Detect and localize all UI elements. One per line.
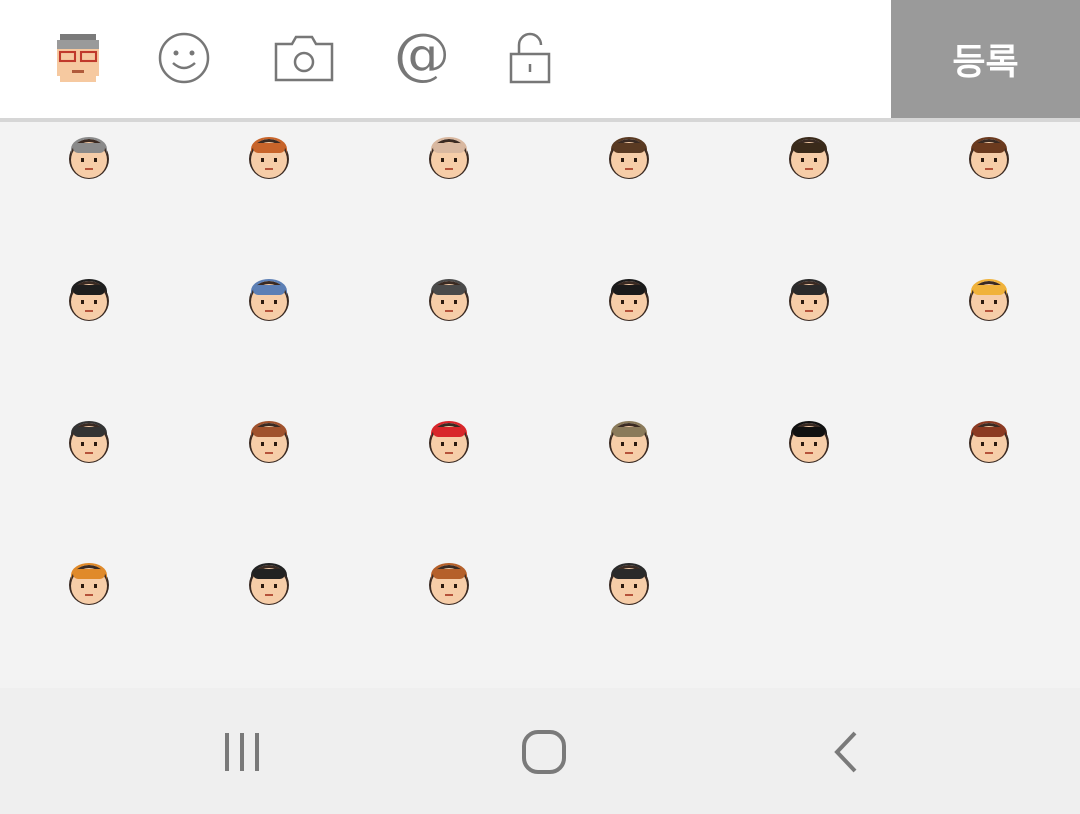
spiky-brown-hair-face[interactable]	[606, 135, 652, 181]
crying-long-black-hair-face[interactable]	[606, 561, 652, 607]
lock-icon[interactable]	[498, 26, 562, 90]
back-icon[interactable]	[806, 724, 886, 780]
blonde-girl-face[interactable]	[966, 277, 1012, 323]
glasses-black-hair-face[interactable]	[66, 419, 112, 465]
recent-apps-icon[interactable]	[202, 724, 282, 780]
red-bow-black-hair-face[interactable]	[786, 419, 832, 465]
bald-elder-face[interactable]	[426, 135, 472, 181]
mention-icon[interactable]: @	[390, 26, 454, 90]
long-brown-hair-girl-face[interactable]	[246, 419, 292, 465]
dark-afro-sunglasses-face[interactable]	[606, 277, 652, 323]
red-mushroom-cap-face[interactable]	[426, 419, 472, 465]
emoticon-grid	[0, 122, 1080, 688]
submit-button[interactable]: 등록	[891, 0, 1080, 118]
camera-icon[interactable]	[270, 26, 338, 90]
home-icon[interactable]	[504, 724, 584, 780]
blue-cap-elder-face[interactable]	[246, 277, 292, 323]
comment-toolbar: @ 등록	[0, 0, 1080, 118]
svg-text:@: @	[394, 27, 450, 87]
system-navigation-bar	[0, 688, 1080, 814]
gold-headband-face[interactable]	[606, 419, 652, 465]
gray-hair-glasses-face[interactable]	[66, 135, 112, 181]
crying-black-hair-face[interactable]	[786, 277, 832, 323]
red-ribbon-long-black-hair-face[interactable]	[246, 561, 292, 607]
user-avatar-icon[interactable]	[46, 26, 110, 90]
orange-spiky-hair-face[interactable]	[246, 135, 292, 181]
emoji-icon[interactable]	[152, 26, 216, 90]
blue-cap-long-hair-girl-face[interactable]	[66, 561, 112, 607]
black-hair-open-mouth-face[interactable]	[66, 277, 112, 323]
sunglasses-face[interactable]	[786, 135, 832, 181]
sunglasses-brown-hair-face[interactable]	[426, 561, 472, 607]
brown-pigtails-face[interactable]	[966, 419, 1012, 465]
gray-side-part-face[interactable]	[426, 277, 472, 323]
brown-curly-hair-face[interactable]	[966, 135, 1012, 181]
